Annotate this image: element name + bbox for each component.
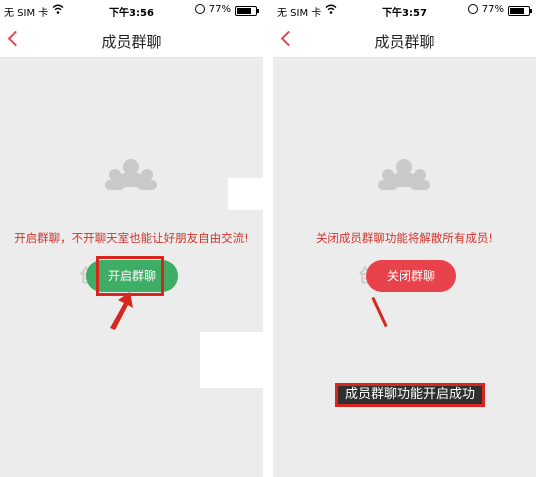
status-bar: 无 SIM 卡 下午3:56 77% — [0, 0, 263, 22]
overlay-patch — [200, 332, 263, 388]
battery-percent: 77% — [208, 4, 231, 15]
annotation-pointer-line — [371, 296, 388, 328]
group-members-icon — [378, 159, 430, 190]
group-members-icon — [105, 159, 157, 190]
info-message: 关闭成员群聊功能将解散所有成员! — [315, 231, 494, 245]
status-bar: 无 SIM 卡 下午3:57 77% — [273, 0, 536, 22]
rotation-lock-icon — [468, 4, 478, 14]
nav-bar: 成员群聊 — [273, 22, 536, 58]
page-title: 成员群聊 — [101, 33, 162, 51]
success-toast: 成员群聊功能开启成功 — [335, 383, 486, 407]
battery-icon — [235, 6, 259, 16]
battery-percent: 77% — [481, 4, 504, 15]
close-group-chat-button[interactable]: 关闭群聊 — [366, 260, 456, 292]
rotation-lock-icon — [195, 4, 205, 14]
page-title: 成员群聊 — [374, 33, 435, 51]
annotation-arrow-icon — [110, 292, 133, 330]
screen-before: 无 SIM 卡 下午3:56 77% 成员群聊 开启群聊，不开聊天室也能让好朋友… — [0, 0, 263, 477]
battery-icon — [508, 6, 532, 16]
screen-after: 无 SIM 卡 下午3:57 77% 成员群聊 关闭成员群聊功能将解散所有成员!… — [273, 0, 536, 477]
nav-bar: 成员群聊 — [0, 22, 263, 58]
info-message: 开启群聊，不开聊天室也能让好朋友自由交流! — [14, 231, 249, 245]
overlay-patch — [228, 178, 263, 210]
